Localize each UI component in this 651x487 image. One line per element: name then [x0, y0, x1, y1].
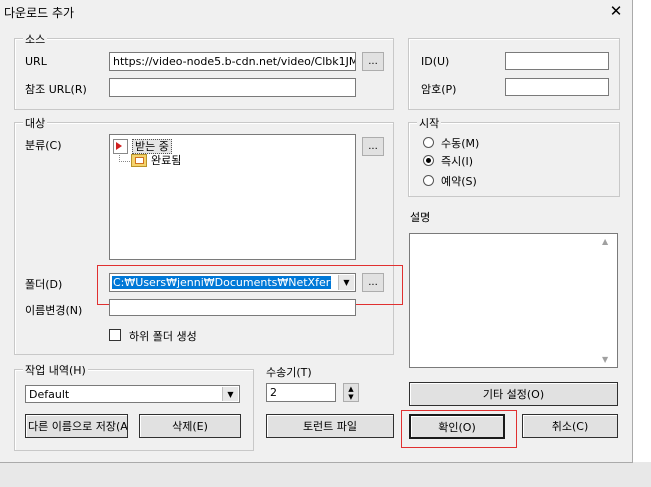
url-label: URL	[25, 55, 47, 68]
background-strip-bottom	[0, 462, 651, 487]
connections-input[interactable]: 2	[266, 383, 336, 402]
source-legend: 소스	[23, 31, 48, 47]
torrent-file-button[interactable]: 토런트 파일	[266, 414, 394, 438]
history-group: 작업 내역(H)	[14, 362, 254, 451]
description-textarea[interactable]	[409, 233, 618, 368]
auth-group	[408, 38, 620, 110]
start-immediate-label: 즉시(I)	[441, 155, 474, 168]
cancel-button[interactable]: 취소(C)	[522, 414, 618, 438]
id-input[interactable]	[505, 52, 609, 70]
delete-button[interactable]: 삭제(E)	[139, 414, 241, 438]
description-label: 설명	[410, 211, 431, 224]
tree-item-downloading[interactable]: 받는 중	[113, 139, 172, 154]
other-settings-button[interactable]: 기타 설정(O)	[409, 382, 618, 406]
chevron-down-icon[interactable]: ▼	[222, 387, 238, 401]
start-scheduled-radio[interactable]	[423, 175, 434, 186]
spin-up-icon[interactable]: ▲	[348, 385, 353, 393]
start-scheduled-label: 예약(S)	[441, 175, 477, 188]
start-legend: 시작	[417, 115, 442, 131]
rename-input[interactable]	[109, 299, 356, 316]
category-browse-button[interactable]: ...	[362, 137, 384, 156]
history-selected-value: Default	[29, 388, 70, 401]
background-strip-right	[633, 0, 651, 487]
id-label: ID(U)	[421, 55, 450, 68]
tree-connector	[119, 153, 130, 162]
category-tree[interactable]: 받는 중 완료됨	[109, 134, 356, 260]
window-title: 다운로드 추가	[4, 6, 75, 20]
connections-label: 수송기(T)	[266, 366, 312, 379]
tree-item-label: 받는 중	[132, 139, 172, 154]
spin-down-icon[interactable]: ▼	[348, 393, 353, 401]
tree-item-label: 완료됨	[151, 154, 182, 167]
close-icon[interactable]: ✕	[607, 2, 625, 20]
start-manual-label: 수동(M)	[441, 137, 480, 150]
downloading-folder-icon	[113, 139, 128, 154]
category-label: 분류(C)	[25, 139, 62, 152]
add-download-dialog: 다운로드 추가 ✕ 소스 URL https://video-node5.b-c…	[0, 0, 633, 463]
tree-item-completed[interactable]: 완료됨	[131, 154, 181, 167]
scroll-down-icon[interactable]: ▼	[602, 355, 630, 364]
referrer-label: 참조 URL(R)	[25, 83, 87, 96]
create-subfolder-label: 하위 폴더 생성	[129, 330, 197, 343]
folder-label: 폴더(D)	[25, 278, 63, 291]
connections-spinner[interactable]: ▲ ▼	[343, 383, 359, 402]
save-as-button[interactable]: 다른 이름으로 저장(A	[25, 414, 128, 438]
ok-highlight-box	[401, 410, 517, 448]
url-input[interactable]: https://video-node5.b-cdn.net/video/Clbk…	[109, 52, 356, 71]
url-browse-button[interactable]: ...	[362, 52, 384, 71]
create-subfolder-checkbox[interactable]	[109, 329, 121, 341]
history-combo[interactable]: Default ▼	[25, 385, 240, 403]
start-manual-radio[interactable]	[423, 137, 434, 148]
rename-label: 이름변경(N)	[25, 304, 83, 317]
target-legend: 대상	[23, 115, 48, 131]
completed-folder-icon	[131, 154, 147, 167]
password-input[interactable]	[505, 78, 609, 96]
history-legend: 작업 내역(H)	[23, 362, 88, 378]
referrer-input[interactable]	[109, 78, 356, 97]
password-label: 암호(P)	[421, 83, 457, 96]
source-group: 소스	[14, 31, 394, 110]
scroll-up-icon[interactable]: ▲	[602, 237, 630, 246]
start-group: 시작	[408, 115, 620, 197]
start-immediate-radio[interactable]	[423, 155, 434, 166]
